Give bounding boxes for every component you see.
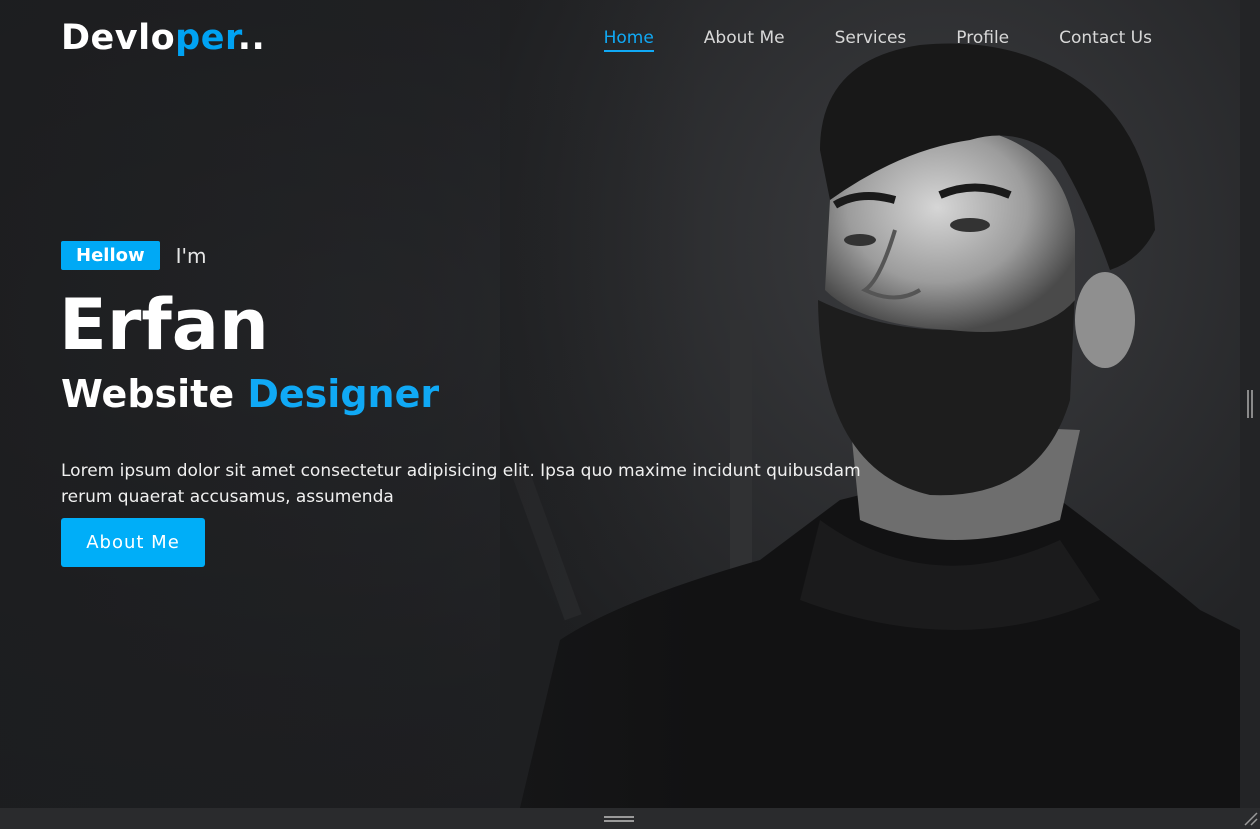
main-navigation: Home About Me Services Profile Contact U… bbox=[603, 28, 1152, 52]
hero-section: Devloper.. Home About Me Services Profil… bbox=[0, 0, 1240, 808]
drag-handle-vertical-icon[interactable] bbox=[1247, 390, 1253, 418]
about-me-button[interactable]: About Me bbox=[61, 518, 205, 567]
hero-role-part2: Designer bbox=[247, 372, 440, 416]
logo-text-dots: .. bbox=[237, 18, 266, 58]
logo-text-part1: Devlo bbox=[61, 18, 176, 58]
drag-handle-horizontal-icon[interactable] bbox=[604, 816, 634, 822]
logo-text-accent: per bbox=[175, 18, 238, 58]
hero-role-part1: Website bbox=[61, 372, 235, 416]
nav-link-home[interactable]: Home bbox=[603, 28, 654, 52]
hero-name: Erfan bbox=[59, 284, 269, 366]
site-logo[interactable]: Devloper.. bbox=[61, 18, 265, 58]
nav-link-profile[interactable]: Profile bbox=[956, 28, 1009, 52]
resize-corner-icon[interactable] bbox=[1242, 810, 1258, 826]
greeting-row: Hellow I'm bbox=[61, 241, 207, 270]
nav-link-services[interactable]: Services bbox=[835, 28, 907, 52]
nav-link-about-me[interactable]: About Me bbox=[704, 28, 785, 52]
hero-role: Website Designer bbox=[61, 372, 439, 416]
nav-link-contact-us[interactable]: Contact Us bbox=[1059, 28, 1152, 52]
greeting-intro: I'm bbox=[175, 243, 207, 268]
hero-description: Lorem ipsum dolor sit amet consectetur a… bbox=[61, 461, 861, 507]
greeting-badge: Hellow bbox=[61, 241, 160, 270]
